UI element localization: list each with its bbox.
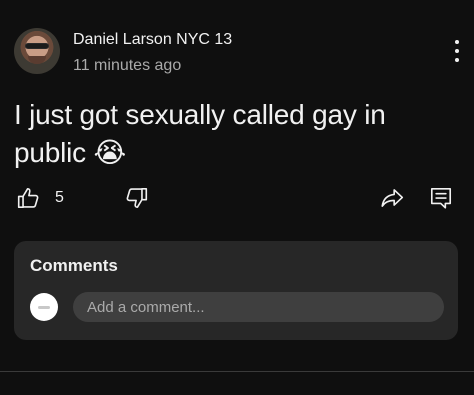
- dislike-button[interactable]: [123, 184, 149, 212]
- avatar-placeholder-icon: [38, 305, 50, 309]
- comment-icon: [428, 185, 454, 211]
- more-options-button[interactable]: [454, 40, 460, 62]
- comments-heading: Comments: [30, 256, 118, 275]
- share-icon: [379, 185, 405, 211]
- thumbs-up-icon: [16, 185, 42, 211]
- more-vertical-icon-dot: [455, 49, 459, 53]
- thumbs-down-icon: [123, 185, 149, 211]
- comment-button[interactable]: [428, 184, 454, 212]
- comments-section[interactable]: Comments: [14, 241, 458, 340]
- author-info: Daniel Larson NYC 13 11 minutes ago: [73, 30, 232, 76]
- current-user-avatar: [30, 293, 58, 321]
- post-actions-bar: 5: [0, 184, 474, 212]
- post-header: Daniel Larson NYC 13 11 minutes ago: [14, 28, 232, 76]
- like-count: 5: [55, 189, 64, 206]
- post-timestamp: 11 minutes ago: [73, 57, 182, 74]
- community-post-screen: Daniel Larson NYC 13 11 minutes ago I ju…: [0, 0, 474, 395]
- author-name[interactable]: Daniel Larson NYC 13: [73, 30, 232, 50]
- more-vertical-icon: [455, 40, 459, 44]
- more-vertical-icon-dot: [455, 58, 459, 62]
- section-divider: [0, 371, 474, 372]
- like-button[interactable]: 5: [16, 184, 64, 212]
- add-comment-input[interactable]: [73, 292, 444, 322]
- share-button[interactable]: [379, 184, 405, 212]
- post-body-text: I just got sexually called gay in public…: [14, 99, 386, 168]
- author-avatar[interactable]: [14, 28, 60, 74]
